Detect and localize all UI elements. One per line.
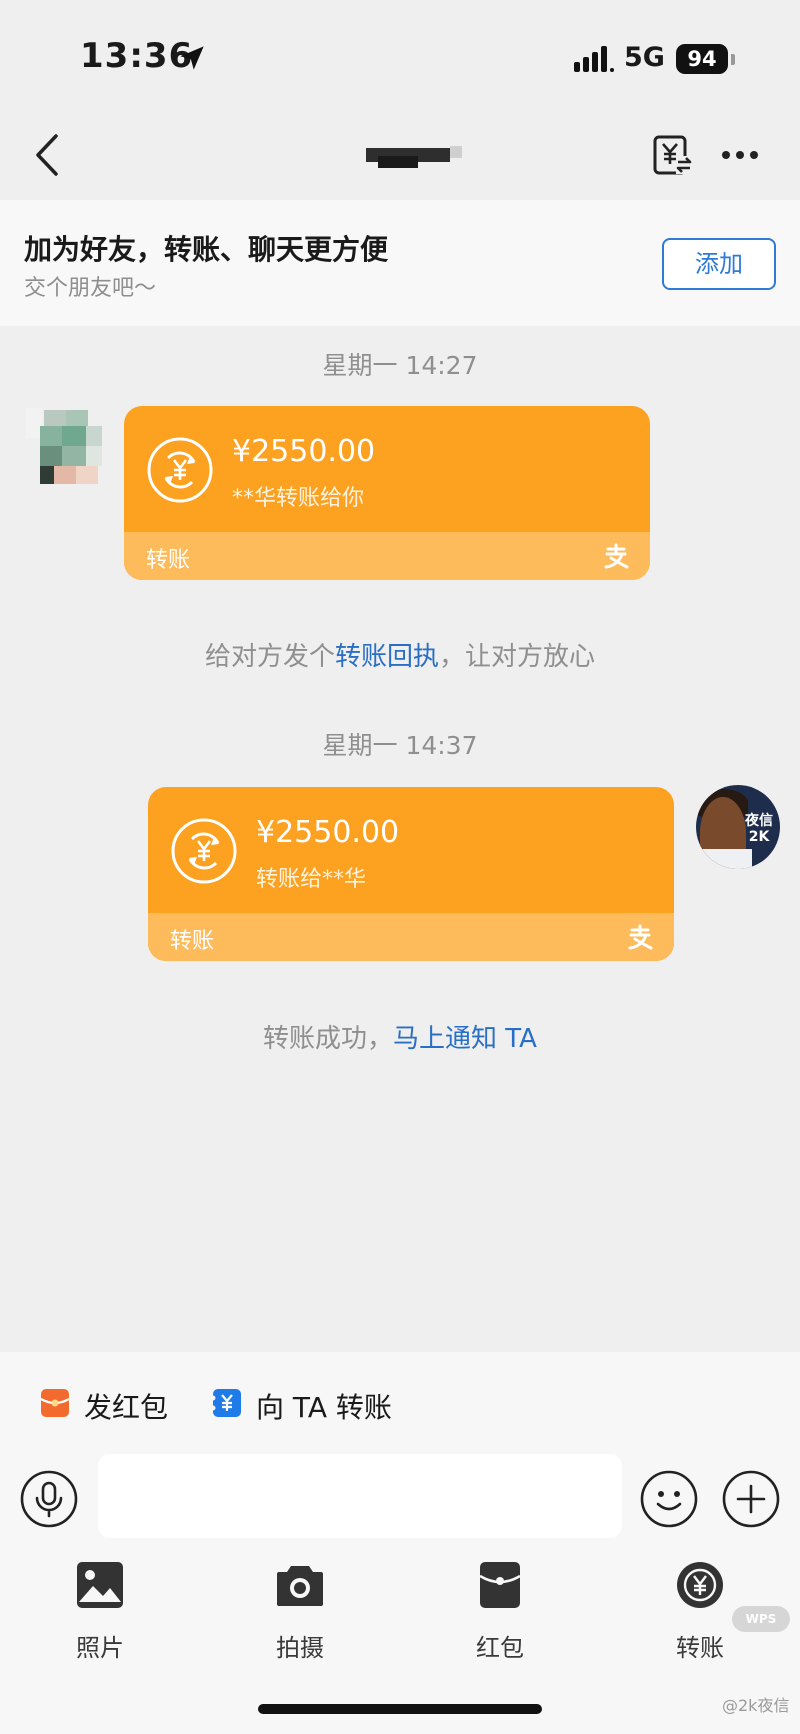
tool-red-packet[interactable]: 红包 — [440, 1560, 560, 1670]
avatar-pixelated[interactable] — [22, 404, 110, 492]
avatar-self[interactable]: 夜信 2K — [696, 785, 780, 869]
contact-name-pixelated — [366, 144, 462, 168]
receipt-hint-prefix: 给对方发个 — [204, 642, 335, 672]
plus-icon[interactable] — [722, 1470, 780, 1528]
receipt-hint-suffix: ，让对方放心 — [439, 642, 596, 672]
tool-label: 照片 — [76, 1634, 124, 1662]
camera-icon — [277, 1566, 323, 1606]
battery-nub — [731, 54, 735, 65]
tool-camera[interactable]: 拍摄 — [240, 1560, 360, 1670]
transfer-record-icon[interactable] — [652, 134, 694, 176]
transfer-card-label: 转账 — [170, 929, 215, 954]
voice-input-icon[interactable] — [20, 1470, 78, 1528]
transfer-card-label: 转账 — [146, 548, 191, 573]
signal-icon — [574, 46, 614, 72]
red-packet-icon — [40, 1389, 70, 1417]
more-options-icon[interactable] — [720, 140, 760, 170]
add-friend-banner: 加为好友，转账、聊天更方便 交个朋友吧～ 添加 — [0, 200, 800, 326]
transfer-amount: ¥2550.00 — [256, 815, 400, 850]
transfer-card-sent[interactable]: ¥2550.00 转账给**华 转账 — [148, 787, 674, 961]
avatar-self-text: 夜信 2K — [745, 813, 773, 845]
tool-label: 红包 — [476, 1634, 524, 1662]
transfer-card-footer: 转账 — [124, 532, 650, 580]
transfer-receipt-link[interactable]: 转账回执 — [335, 642, 439, 672]
notify-link[interactable]: 马上通知 TA — [393, 1024, 537, 1054]
nav-bar — [0, 110, 800, 200]
status-bar: 13:36 5G 94 — [0, 0, 800, 110]
transfer-to-ta-button[interactable]: 向 TA 转账 — [212, 1386, 412, 1424]
transfer-card-footer: 转账 — [148, 913, 674, 961]
location-arrow-icon — [180, 46, 204, 70]
alipay-icon — [604, 543, 629, 569]
message-input[interactable] — [98, 1454, 622, 1538]
watermark-text: @2k夜信 — [722, 1696, 790, 1715]
red-packet-icon — [479, 1562, 521, 1608]
transfer-yuan-icon — [212, 1389, 241, 1417]
transfer-amount: ¥2550.00 — [232, 434, 376, 469]
transfer-description: **华转账给你 — [232, 486, 365, 511]
tool-label: 拍摄 — [276, 1634, 324, 1662]
banner-subtitle: 交个朋友吧～ — [24, 276, 157, 301]
send-red-packet-button[interactable]: 发红包 — [40, 1386, 190, 1424]
transfer-card-top: ¥2550.00 **华转账给你 — [124, 406, 650, 532]
message-timestamp: 星期一 14:37 — [322, 731, 478, 760]
network-type: 5G — [624, 42, 665, 73]
banner-title: 加为好友，转账、聊天更方便 — [24, 233, 389, 266]
quick-action-label: 向 TA 转账 — [256, 1391, 392, 1424]
transfer-icon — [677, 1562, 723, 1608]
quick-action-label: 发红包 — [84, 1391, 169, 1424]
battery-level: 94 — [676, 44, 728, 74]
message-timestamp: 星期一 14:27 — [322, 351, 478, 380]
transfer-description: 转账给**华 — [256, 867, 367, 892]
add-friend-button[interactable]: 添加 — [662, 238, 776, 290]
transfer-card-top: ¥2550.00 转账给**华 — [148, 787, 674, 913]
status-time: 13:36 — [80, 36, 194, 76]
success-hint-prefix: 转账成功， — [263, 1024, 394, 1054]
tool-photo[interactable]: 照片 — [40, 1560, 160, 1670]
photo-icon — [77, 1562, 123, 1608]
alipay-icon — [628, 924, 653, 950]
home-indicator[interactable] — [258, 1704, 542, 1714]
emoji-icon[interactable] — [640, 1470, 698, 1528]
transfer-yuan-icon — [147, 437, 213, 503]
watermark-badge: WPS — [732, 1606, 790, 1632]
tool-label: 转账 — [676, 1634, 724, 1662]
success-hint: 转账成功，马上通知 TA — [0, 1018, 800, 1055]
transfer-yuan-icon — [171, 818, 237, 884]
back-chevron-icon[interactable] — [30, 132, 66, 178]
bottom-panel: 发红包 向 TA 转账 照片 拍摄 红包 转账 — [0, 1352, 800, 1734]
receipt-hint: 给对方发个转账回执，让对方放心 — [0, 636, 800, 673]
transfer-card-received[interactable]: ¥2550.00 **华转账给你 转账 — [124, 406, 650, 580]
